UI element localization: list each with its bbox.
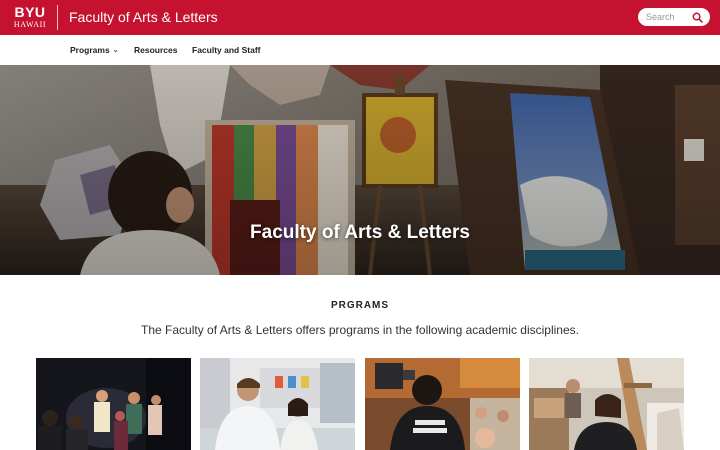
students-at-table-photo	[200, 358, 355, 450]
nav-item-faculty-and-staff[interactable]: Faculty and Staff	[192, 45, 260, 55]
nav-item-programs[interactable]: Programs ⌄	[70, 45, 119, 55]
program-card-theatre[interactable]	[36, 358, 191, 450]
nav-item-resources[interactable]: Resources	[134, 45, 177, 55]
nav-item-label: Resources	[134, 45, 178, 55]
header-divider	[57, 5, 58, 30]
art-painting-easel-photo	[529, 358, 684, 450]
programs-intro: The Faculty of Arts & Letters offers pro…	[141, 323, 579, 337]
programs-heading: PRGRAMS	[330, 300, 390, 311]
logo-bottom-text: HAWAII	[13, 20, 47, 29]
program-card-art[interactable]	[529, 358, 684, 450]
search-box	[638, 8, 710, 26]
program-card-students[interactable]	[200, 358, 355, 450]
site-title[interactable]: Faculty of Arts & Letters	[69, 9, 218, 26]
theatre-performance-photo	[36, 358, 191, 450]
hero-banner: Faculty of Arts & Letters	[0, 65, 720, 275]
search-icon[interactable]	[692, 12, 703, 23]
nav-item-label: Faculty and Staff	[192, 45, 261, 55]
main-nav: Programs ⌄ Resources Faculty and Staff	[0, 35, 720, 65]
hero-title: Faculty of Arts & Letters	[250, 222, 470, 243]
byu-hawaii-logo[interactable]: BYU HAWAII	[12, 5, 48, 29]
media-crew-camera-photo	[365, 358, 520, 450]
nav-item-label: Programs	[70, 45, 110, 55]
top-bar: BYU HAWAII Faculty of Arts & Letters	[0, 0, 720, 35]
search-input[interactable]	[638, 8, 690, 26]
program-card-media[interactable]	[365, 358, 520, 450]
chevron-down-icon: ⌄	[112, 47, 119, 54]
logo-top-text: BYU	[14, 4, 46, 20]
